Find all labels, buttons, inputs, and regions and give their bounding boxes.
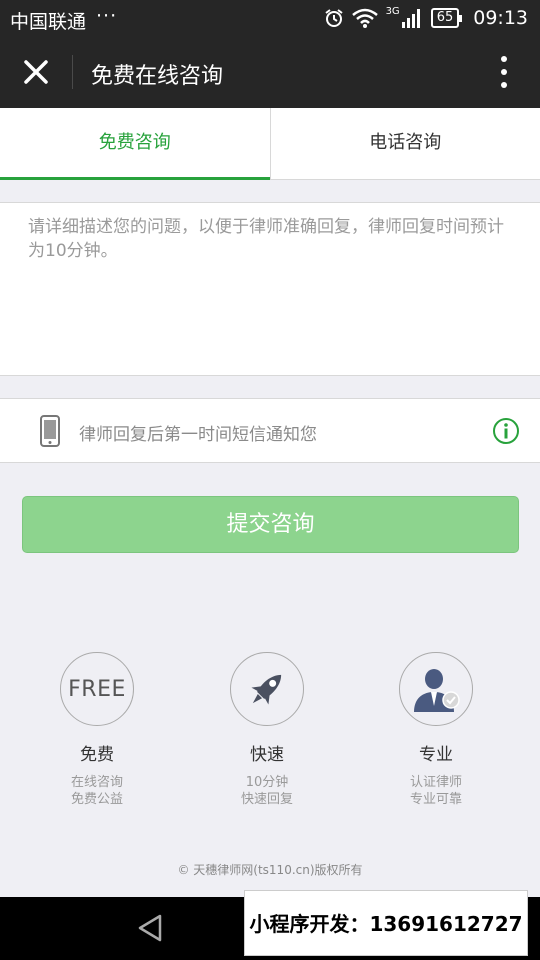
network-type: 3G [385, 5, 400, 17]
page-title: 免费在线咨询 [91, 64, 224, 89]
tab-free-consult[interactable]: 免费咨询 [0, 108, 270, 180]
lawyer-icon-graphic [414, 669, 460, 712]
promo-banner: 小程序开发：13691612727 [244, 890, 528, 956]
nav-divider [72, 55, 73, 89]
battery-indicator: 65 [430, 8, 462, 28]
alarm-icon [324, 9, 343, 27]
free-icon-text: FREE [68, 676, 126, 702]
feature-desc: 在线咨询 免费公益 [22, 774, 172, 808]
status-dots: ··· [96, 5, 118, 27]
status-bar: 中国联通 ··· 3G 65 09:13 [0, 0, 540, 36]
free-icon: FREE [60, 652, 134, 726]
consult-tabs: 免费咨询 电话咨询 [0, 108, 540, 180]
status-icons: 3G 65 09:13 [324, 4, 528, 32]
feature-title: 专业 [419, 745, 453, 765]
feature-free: FREE 免费 在线咨询 免费公益 [22, 652, 172, 808]
phone-icon [40, 415, 60, 447]
question-input[interactable] [0, 203, 540, 375]
feature-desc-line2: 免费公益 [70, 792, 123, 807]
info-icon[interactable] [492, 417, 520, 445]
signal-icon [401, 9, 420, 28]
sms-notify-text: 律师回复后第一时间短信通知您 [79, 425, 317, 445]
rocket-icon-graphic [251, 674, 282, 705]
feature-desc: 认证律师 专业可靠 [361, 774, 511, 808]
feature-desc-line1: 在线咨询 [70, 775, 123, 790]
feature-title: 快速 [250, 745, 284, 765]
question-panel [0, 202, 540, 376]
back-icon[interactable] [136, 913, 164, 943]
feature-title: 免费 [80, 745, 114, 765]
feature-desc-line2: 快速回复 [240, 792, 293, 807]
sms-notify-row: 律师回复后第一时间短信通知您 [0, 398, 540, 463]
feature-desc-line1: 10分钟 [245, 775, 289, 790]
copyright-text: © 天穗律师网(ts110.cn)版权所有 [177, 863, 363, 877]
clock: 09:13 [473, 7, 528, 29]
feature-fast: 快速 10分钟 快速回复 [192, 652, 342, 808]
submit-button[interactable]: 提交咨询 [22, 496, 519, 553]
lawyer-icon [399, 652, 473, 726]
tab-phone-consult[interactable]: 电话咨询 [269, 108, 540, 179]
feature-desc-line1: 认证律师 [409, 775, 462, 790]
feature-desc: 10分钟 快速回复 [192, 774, 342, 808]
feature-desc-line2: 专业可靠 [409, 792, 462, 807]
nav-bar: 免费在线咨询 [0, 36, 540, 108]
wifi-icon [351, 8, 378, 28]
feature-pro: 专业 认证律师 专业可靠 [361, 652, 511, 808]
close-icon[interactable] [14, 50, 58, 94]
carrier-label: 中国联通 [10, 11, 87, 33]
rocket-icon [230, 652, 304, 726]
more-icon[interactable] [492, 54, 516, 90]
